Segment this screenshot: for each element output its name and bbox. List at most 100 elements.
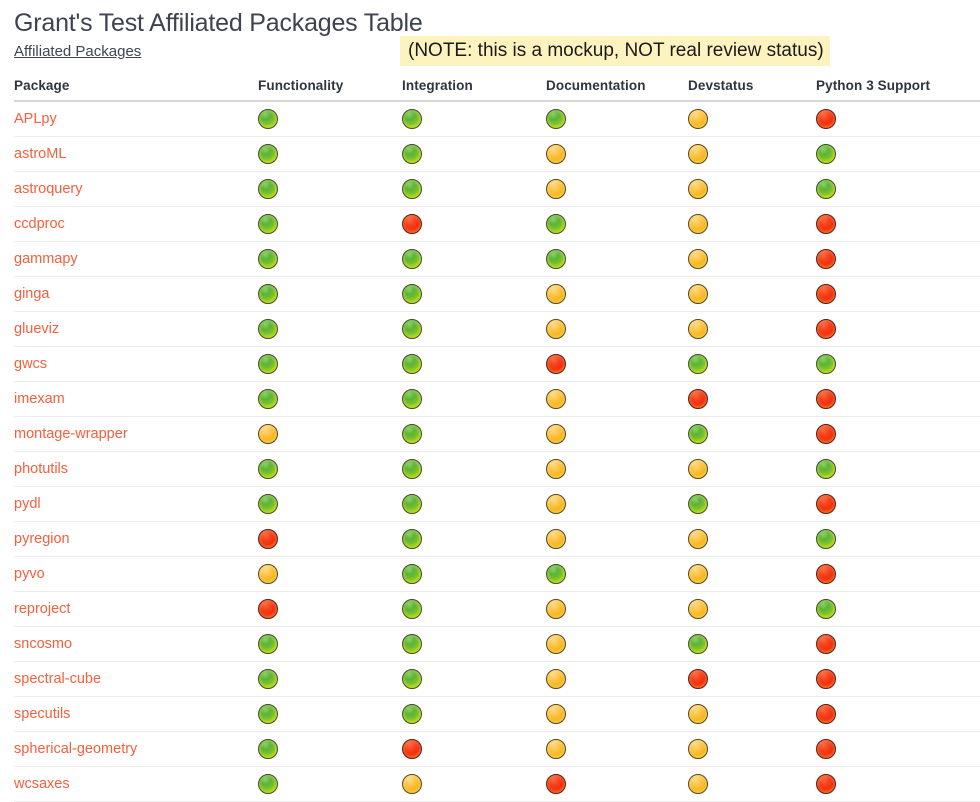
status-cell-documentation [544, 416, 686, 452]
package-link[interactable]: pyvo [14, 566, 45, 582]
package-link[interactable]: spectral-cube [14, 671, 101, 687]
package-link[interactable]: gwcs [14, 356, 47, 372]
status-light-yellow [546, 599, 566, 619]
status-cell-devstatus [686, 346, 814, 382]
package-link[interactable]: sncosmo [14, 636, 72, 652]
status-cell-python-3-support [814, 626, 980, 662]
status-light-red [688, 389, 708, 409]
status-light-yellow [688, 109, 708, 129]
status-cell-documentation [544, 381, 686, 417]
status-light-red [258, 529, 278, 549]
status-light-yellow [546, 319, 566, 339]
status-cell-functionality [256, 381, 400, 417]
table-row: pydl [14, 486, 980, 522]
status-cell-python-3-support [814, 696, 980, 732]
status-light-green [816, 599, 836, 619]
column-header-documentation[interactable]: Documentation [544, 78, 686, 102]
status-cell-integration [400, 241, 544, 277]
status-light-green [258, 214, 278, 234]
status-cell-devstatus [686, 451, 814, 487]
table-row: montage-wrapper [14, 416, 980, 452]
status-cell-python-3-support [814, 346, 980, 382]
status-light-yellow [688, 144, 708, 164]
column-header-functionality[interactable]: Functionality [256, 78, 400, 102]
status-light-green [402, 529, 422, 549]
status-cell-functionality [256, 451, 400, 487]
status-cell-python-3-support [814, 731, 980, 767]
status-light-yellow [688, 599, 708, 619]
package-link[interactable]: imexam [14, 391, 65, 407]
status-light-green [816, 459, 836, 479]
status-light-yellow [688, 774, 708, 794]
package-link[interactable]: specutils [14, 706, 70, 722]
status-cell-integration [400, 311, 544, 347]
package-link[interactable]: pyregion [14, 531, 70, 547]
status-cell-documentation [544, 241, 686, 277]
status-light-red [402, 739, 422, 759]
breadcrumb-affiliated-packages-link[interactable]: Affiliated Packages [14, 42, 141, 62]
status-cell-functionality [256, 101, 400, 137]
package-link[interactable]: glueviz [14, 321, 59, 337]
status-cell-devstatus [686, 766, 814, 802]
status-light-yellow [688, 179, 708, 199]
table-row: imexam [14, 381, 980, 417]
status-cell-python-3-support [814, 486, 980, 522]
package-link[interactable]: montage-wrapper [14, 426, 128, 442]
affiliated-packages-page: Grant's Test Affiliated Packages Table A… [0, 0, 980, 802]
table-row: astroML [14, 136, 980, 172]
status-light-green [546, 214, 566, 234]
table-row: reproject [14, 591, 980, 627]
column-header-package[interactable]: Package [14, 78, 256, 102]
status-cell-documentation [544, 311, 686, 347]
package-name-cell: sncosmo [14, 626, 256, 662]
status-cell-documentation [544, 661, 686, 697]
table-header: Package Functionality Integration Docume… [14, 78, 980, 102]
package-link[interactable]: ccdproc [14, 216, 65, 232]
column-header-integration[interactable]: Integration [400, 78, 544, 102]
table-row: ccdproc [14, 206, 980, 242]
mockup-note-banner: (NOTE: this is a mockup, NOT real review… [400, 36, 830, 66]
status-cell-python-3-support [814, 661, 980, 697]
status-light-green [546, 564, 566, 584]
column-header-devstatus[interactable]: Devstatus [686, 78, 814, 102]
status-light-red [816, 284, 836, 304]
package-name-cell: gwcs [14, 346, 256, 382]
table-row: glueviz [14, 311, 980, 347]
status-cell-python-3-support [814, 171, 980, 207]
table-row: ginga [14, 276, 980, 312]
package-link[interactable]: wcsaxes [14, 776, 70, 792]
package-name-cell: ginga [14, 276, 256, 312]
status-light-green [402, 599, 422, 619]
status-light-green [402, 669, 422, 689]
package-link[interactable]: gammapy [14, 251, 78, 267]
package-link[interactable]: reproject [14, 601, 70, 617]
package-link[interactable]: APLpy [14, 111, 57, 127]
package-link[interactable]: astroML [14, 146, 66, 162]
package-link[interactable]: ginga [14, 286, 49, 302]
package-name-cell: APLpy [14, 101, 256, 137]
subheader-row: Affiliated Packages (NOTE: this is a moc… [0, 36, 980, 70]
package-link[interactable]: pydl [14, 496, 41, 512]
status-light-yellow [546, 494, 566, 514]
package-link[interactable]: astroquery [14, 181, 83, 197]
package-name-cell: spherical-geometry [14, 731, 256, 767]
package-link[interactable]: spherical-geometry [14, 741, 137, 757]
status-cell-integration [400, 381, 544, 417]
status-light-yellow [688, 459, 708, 479]
status-light-green [402, 179, 422, 199]
status-light-yellow [546, 179, 566, 199]
status-cell-documentation [544, 171, 686, 207]
package-name-cell: wcsaxes [14, 766, 256, 802]
table-row: pyregion [14, 521, 980, 557]
status-cell-python-3-support [814, 311, 980, 347]
status-cell-functionality [256, 521, 400, 557]
column-header-python3-support[interactable]: Python 3 Support [814, 78, 980, 102]
status-light-green [258, 144, 278, 164]
status-light-green [258, 494, 278, 514]
status-light-green [402, 704, 422, 724]
status-cell-functionality [256, 136, 400, 172]
status-cell-integration [400, 171, 544, 207]
status-cell-python-3-support [814, 556, 980, 592]
status-light-red [688, 669, 708, 689]
package-link[interactable]: photutils [14, 461, 68, 477]
